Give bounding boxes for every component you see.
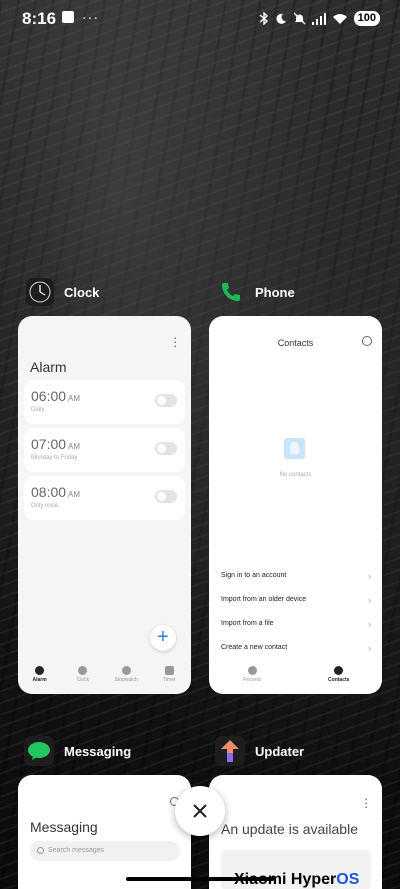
- import-file-option[interactable]: Import from a file ›: [221, 619, 371, 629]
- phone-tab-icon: [247, 666, 257, 675]
- brand-accent: OS: [336, 871, 360, 888]
- notification-square-icon: [62, 11, 74, 23]
- hourglass-tab-icon: [164, 666, 174, 675]
- home-indicator[interactable]: [126, 877, 274, 881]
- alarm-row[interactable]: 07:00 AM Monday to Friday: [24, 428, 185, 472]
- alarm-row[interactable]: 08:00 AM Only once: [24, 476, 185, 520]
- alarm-toggle[interactable]: [155, 490, 177, 503]
- signal-icon: [311, 12, 326, 25]
- alarm-title: Alarm: [30, 359, 67, 375]
- clock-app-icon: [26, 278, 54, 306]
- option-label: Sign in to an account: [221, 572, 287, 579]
- tab-label: Clock: [76, 677, 90, 683]
- updater-app-header[interactable]: Updater: [215, 736, 304, 766]
- tab-label: Recents: [243, 677, 262, 683]
- tab-stopwatch[interactable]: Stopwatch: [106, 666, 146, 683]
- battery-indicator: 100: [353, 11, 380, 26]
- alarm-tab-icon: [35, 666, 45, 675]
- contact-placeholder-icon: [284, 438, 305, 459]
- clock-tab-icon: [78, 666, 88, 675]
- add-alarm-button[interactable]: +: [150, 625, 176, 651]
- phone-app-header[interactable]: Phone: [217, 278, 295, 306]
- phone-app-card[interactable]: Contacts No contacts Sign in to an accou…: [209, 316, 382, 694]
- more-options-icon[interactable]: · · ·: [173, 331, 177, 352]
- phone-app-name: Phone: [255, 284, 295, 300]
- search-messages-input[interactable]: Search messages: [30, 841, 180, 861]
- chevron-right-icon: ›: [368, 595, 371, 605]
- alarm-time: 06:00: [31, 388, 67, 404]
- alarm-ampm: AM: [68, 394, 81, 403]
- no-contacts-text: No contacts: [279, 472, 312, 478]
- phone-app-icon: [217, 278, 245, 306]
- import-older-device-option[interactable]: Import from an older device ›: [221, 595, 371, 605]
- updater-app-name: Updater: [255, 743, 305, 759]
- clock-app-header[interactable]: Clock: [26, 278, 99, 306]
- option-label: Import from an older device: [221, 596, 307, 603]
- stopwatch-tab-icon: [121, 666, 131, 675]
- messaging-app-card[interactable]: Messaging Search messages: [18, 775, 191, 889]
- sign-in-option[interactable]: Sign in to an account ›: [221, 571, 371, 581]
- updater-app-icon: [215, 736, 245, 766]
- clock-app-card[interactable]: · · · Alarm 06:00 AM Daily 07:00 AM Monday t…: [18, 316, 191, 694]
- chevron-right-icon: ›: [368, 643, 371, 653]
- option-label: Import from a file: [221, 620, 274, 627]
- alarm-time: 07:00: [31, 436, 67, 452]
- tab-label: Stopwatch: [114, 677, 138, 683]
- contacts-title: Contacts: [277, 338, 314, 348]
- alarm-repeat: Monday to Friday: [31, 455, 78, 461]
- tab-timer[interactable]: Timer: [149, 666, 189, 683]
- wifi-icon: [332, 13, 347, 24]
- messaging-title: Messaging: [30, 819, 98, 835]
- phone-bottom-tabs: Recents Contacts: [209, 666, 382, 683]
- bell-off-icon: [293, 12, 306, 25]
- more-notifications-icon: ···: [82, 9, 99, 25]
- status-time: 8:16: [22, 9, 57, 28]
- tab-alarm[interactable]: Alarm: [20, 666, 60, 683]
- alarm-ampm: AM: [68, 490, 81, 499]
- close-icon: [193, 804, 207, 818]
- messaging-app-name: Messaging: [64, 743, 132, 759]
- tab-recents[interactable]: Recents: [232, 666, 272, 683]
- search-placeholder: Search messages: [48, 847, 105, 854]
- status-icons: 100: [259, 11, 380, 26]
- messaging-app-header[interactable]: Messaging: [24, 736, 131, 766]
- alarm-repeat: Only once: [31, 503, 59, 509]
- moon-icon: [276, 13, 286, 24]
- tab-contacts[interactable]: Contacts: [319, 666, 359, 683]
- messaging-app-icon: [24, 736, 54, 766]
- more-options-icon[interactable]: · · ·: [364, 792, 368, 813]
- alarm-row[interactable]: 06:00 AM Daily: [24, 380, 185, 424]
- option-label: Create a new contact: [221, 644, 288, 651]
- settings-icon[interactable]: [362, 336, 372, 346]
- status-bar: 8:16 ··· 100: [0, 0, 400, 40]
- search-icon: [37, 847, 44, 854]
- alarm-time: 08:00: [31, 484, 67, 500]
- tab-label: Timer: [163, 677, 176, 683]
- tab-label: Alarm: [32, 677, 47, 683]
- notification-icons: ···: [62, 9, 99, 25]
- alarm-repeat: Daily: [31, 407, 45, 413]
- create-contact-option[interactable]: Create a new contact ›: [221, 643, 371, 653]
- chevron-right-icon: ›: [368, 571, 371, 581]
- person-tab-icon: [334, 666, 344, 675]
- alarm-toggle[interactable]: [155, 442, 177, 455]
- tab-clock[interactable]: Clock: [63, 666, 103, 683]
- clock-app-name: Clock: [64, 284, 100, 300]
- chevron-right-icon: ›: [368, 619, 371, 629]
- alarm-toggle[interactable]: [155, 394, 177, 407]
- bluetooth-icon: [259, 12, 268, 25]
- tab-label: Contacts: [328, 677, 350, 683]
- update-available-title: An update is available: [221, 821, 358, 837]
- alarm-ampm: AM: [68, 442, 81, 451]
- clear-all-button[interactable]: [175, 786, 225, 836]
- clock-bottom-tabs: Alarm Clock Stopwatch Timer: [18, 666, 191, 683]
